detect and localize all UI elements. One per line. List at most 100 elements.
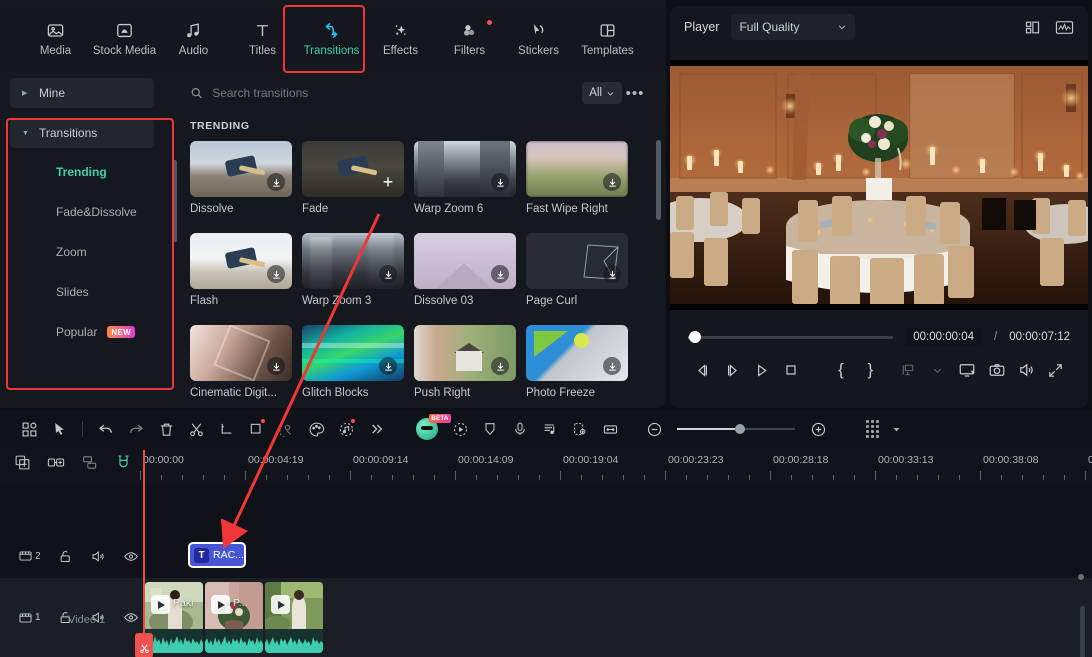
mute-icon[interactable] (90, 549, 106, 564)
transition-thumbnail[interactable] (414, 325, 516, 381)
library-more-button[interactable]: ••• (622, 82, 648, 104)
transition-thumbnail[interactable] (190, 141, 292, 197)
add-marker-button[interactable] (894, 353, 923, 387)
download-icon[interactable] (603, 265, 621, 283)
auto-reframe-button[interactable] (445, 414, 475, 444)
video-clip-3[interactable] (265, 582, 323, 653)
snapshot-button[interactable] (982, 353, 1011, 387)
sidebar-item-slides[interactable]: Slides (10, 278, 180, 306)
delete-button[interactable] (151, 414, 181, 444)
transition-card-flash[interactable]: Flash (190, 233, 296, 307)
transition-thumbnail[interactable] (526, 325, 628, 381)
play-button[interactable] (747, 353, 776, 387)
zoom-in-button[interactable] (803, 414, 833, 444)
fullscreen-button[interactable] (1041, 353, 1070, 387)
nav-item-templates[interactable]: Templates (574, 12, 641, 66)
transition-card-dissolve-03[interactable]: Dissolve 03 (414, 233, 520, 307)
layout-button[interactable] (14, 414, 44, 444)
nav-item-stock-media[interactable]: Stock Media (91, 12, 158, 66)
scope-waveform-icon[interactable] (1055, 19, 1074, 36)
transition-card-photo-freeze[interactable]: Photo Freeze (526, 325, 632, 399)
timeline-view-options-button[interactable] (857, 414, 887, 444)
sidebar-item-trending[interactable]: Trending (10, 158, 180, 186)
playhead-handle[interactable] (135, 633, 153, 657)
transition-card-push-right[interactable]: Push Right (414, 325, 520, 399)
seek-handle[interactable] (689, 331, 701, 343)
add-icon[interactable]: + (379, 173, 397, 191)
timeline-ruler[interactable]: 00:00:00 00:00:04:19 00:00:09:14 00:00:14:0… (0, 448, 1092, 486)
timeline-horizontal-scrollbar[interactable] (1078, 574, 1084, 580)
split-view-icon[interactable] (1024, 19, 1041, 36)
zoom-out-button[interactable] (639, 414, 669, 444)
sidebar-item-fade-dissolve[interactable]: Fade&Dissolve (10, 198, 180, 226)
magnet-snap-icon[interactable] (115, 454, 132, 471)
visibility-icon[interactable] (123, 610, 139, 625)
color-button[interactable] (301, 414, 331, 444)
download-icon[interactable] (379, 265, 397, 283)
transition-card-fade[interactable]: + Fade (302, 141, 408, 215)
fit-timeline-button[interactable] (595, 414, 625, 444)
library-scrollbar[interactable] (656, 140, 661, 220)
mark-in-button[interactable]: { (826, 353, 855, 387)
text-clip-rac[interactable]: T RAC... (188, 542, 246, 568)
nav-item-transitions[interactable]: Transitions (298, 12, 365, 66)
timeline-view-dropdown[interactable] (887, 414, 905, 444)
quality-dropdown[interactable]: Full Quality (731, 14, 856, 40)
marker-tool-button[interactable] (475, 414, 505, 444)
timeline-vertical-scrollbar[interactable] (1080, 606, 1085, 657)
visibility-icon[interactable] (123, 549, 139, 564)
crop-button[interactable] (211, 414, 241, 444)
nav-item-media[interactable]: Media (22, 12, 89, 66)
nav-item-titles[interactable]: Titles (229, 12, 296, 66)
download-icon[interactable] (491, 173, 509, 191)
ai-copilot-button[interactable]: BETA (409, 414, 451, 444)
volume-button[interactable] (1011, 353, 1040, 387)
zoom-slider[interactable] (677, 424, 795, 434)
transition-card-page-curl[interactable]: Page Curl (526, 233, 632, 307)
ruler-scale[interactable]: 00:00:00 00:00:04:19 00:00:09:14 00:00:14:0… (140, 448, 1092, 486)
more-tools-button[interactable] (361, 414, 391, 444)
transition-thumbnail[interactable] (190, 233, 292, 289)
transition-card-warp-zoom-3[interactable]: Warp Zoom 3 (302, 233, 408, 307)
screen-cast-button[interactable] (953, 353, 982, 387)
search-input[interactable] (212, 86, 583, 100)
transition-thumbnail[interactable]: + (302, 141, 404, 197)
video-clip-1[interactable]: Paki (145, 582, 203, 653)
transition-card-glitch-blocks[interactable]: Glitch Blocks (302, 325, 408, 399)
sidebar-scrollbar[interactable] (173, 160, 177, 242)
download-icon[interactable] (379, 357, 397, 375)
download-icon[interactable] (603, 357, 621, 375)
voiceover-button[interactable] (505, 414, 535, 444)
render-preview-button[interactable] (565, 414, 595, 444)
transition-card-cinematic-digital[interactable]: Cinematic Digit... (190, 325, 296, 399)
nav-item-filters[interactable]: Filters (436, 12, 503, 66)
transition-thumbnail[interactable] (526, 233, 628, 289)
split-button[interactable] (181, 414, 211, 444)
download-icon[interactable] (267, 173, 285, 191)
ai-audio-button[interactable] (331, 414, 361, 444)
download-icon[interactable] (267, 265, 285, 283)
transition-thumbnail[interactable] (302, 325, 404, 381)
undo-button[interactable] (91, 414, 121, 444)
mask-button[interactable] (241, 414, 271, 444)
transition-thumbnail[interactable] (526, 141, 628, 197)
video-preview[interactable] (670, 60, 1088, 310)
transition-thumbnail[interactable] (190, 325, 292, 381)
sidebar-item-zoom[interactable]: Zoom (10, 238, 180, 266)
filter-dropdown[interactable]: All (582, 82, 622, 104)
mark-out-button[interactable]: } (856, 353, 885, 387)
download-icon[interactable] (603, 173, 621, 191)
transition-card-warp-zoom-6[interactable]: Warp Zoom 6 (414, 141, 520, 215)
transition-card-fast-wipe-right[interactable]: Fast Wipe Right (526, 141, 632, 215)
transition-card-dissolve[interactable]: Dissolve (190, 141, 296, 215)
nav-item-audio[interactable]: Audio (160, 12, 227, 66)
link-clips-icon[interactable] (47, 454, 65, 471)
transition-thumbnail[interactable] (414, 141, 516, 197)
seek-slider[interactable] (688, 331, 894, 343)
marker-dropdown-button[interactable] (923, 353, 952, 387)
video-clip-2[interactable]: P... (205, 582, 263, 653)
green-screen-button[interactable] (271, 414, 301, 444)
select-tool-button[interactable] (44, 414, 74, 444)
download-icon[interactable] (491, 265, 509, 283)
transition-thumbnail[interactable] (414, 233, 516, 289)
